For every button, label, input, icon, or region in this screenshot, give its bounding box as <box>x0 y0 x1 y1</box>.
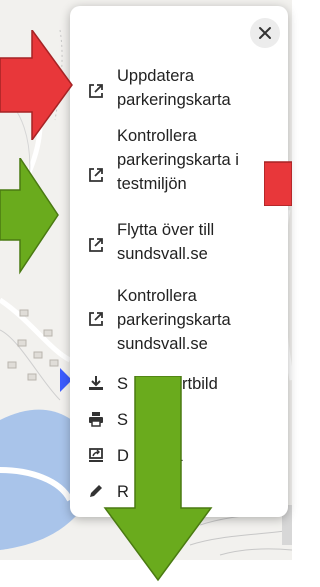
building <box>43 329 53 337</box>
green-arrow-right <box>0 158 59 275</box>
close-icon <box>259 27 271 39</box>
open-external-icon <box>87 310 105 328</box>
building <box>49 359 59 367</box>
menu-item-check-parking-map-test[interactable]: Kontrollera parkeringskarta i testmiljön <box>70 122 288 198</box>
building <box>17 339 27 347</box>
building <box>27 373 37 381</box>
open-external-icon <box>87 82 105 100</box>
building <box>7 361 17 369</box>
menu-item-label: Kontrollera parkeringskarta sundsvall.se <box>117 287 231 353</box>
menu-item-label: Uppdatera parkeringskarta <box>117 67 231 109</box>
building <box>33 351 43 359</box>
open-external-icon <box>87 236 105 254</box>
menu-item-check-parking-map-sundsvall[interactable]: Kontrollera parkeringskarta sundsvall.se <box>70 282 288 358</box>
red-arrow-partial <box>264 161 292 206</box>
building <box>19 309 29 317</box>
menu-item-update-parking-map[interactable]: Uppdatera parkeringskarta <box>70 62 288 114</box>
open-external-icon <box>87 166 105 184</box>
green-arrow-down <box>103 376 213 582</box>
menu-item-label: Flytta över till sundsvall.se <box>117 221 215 263</box>
menu-item-label: Kontrollera parkeringskarta i testmiljön <box>117 127 239 193</box>
contour-line <box>219 548 292 556</box>
menu-item-move-to-sundsvall[interactable]: Flytta över till sundsvall.se <box>70 216 288 268</box>
road <box>0 297 72 363</box>
close-button[interactable] <box>250 18 280 48</box>
red-arrow-right <box>0 30 73 140</box>
